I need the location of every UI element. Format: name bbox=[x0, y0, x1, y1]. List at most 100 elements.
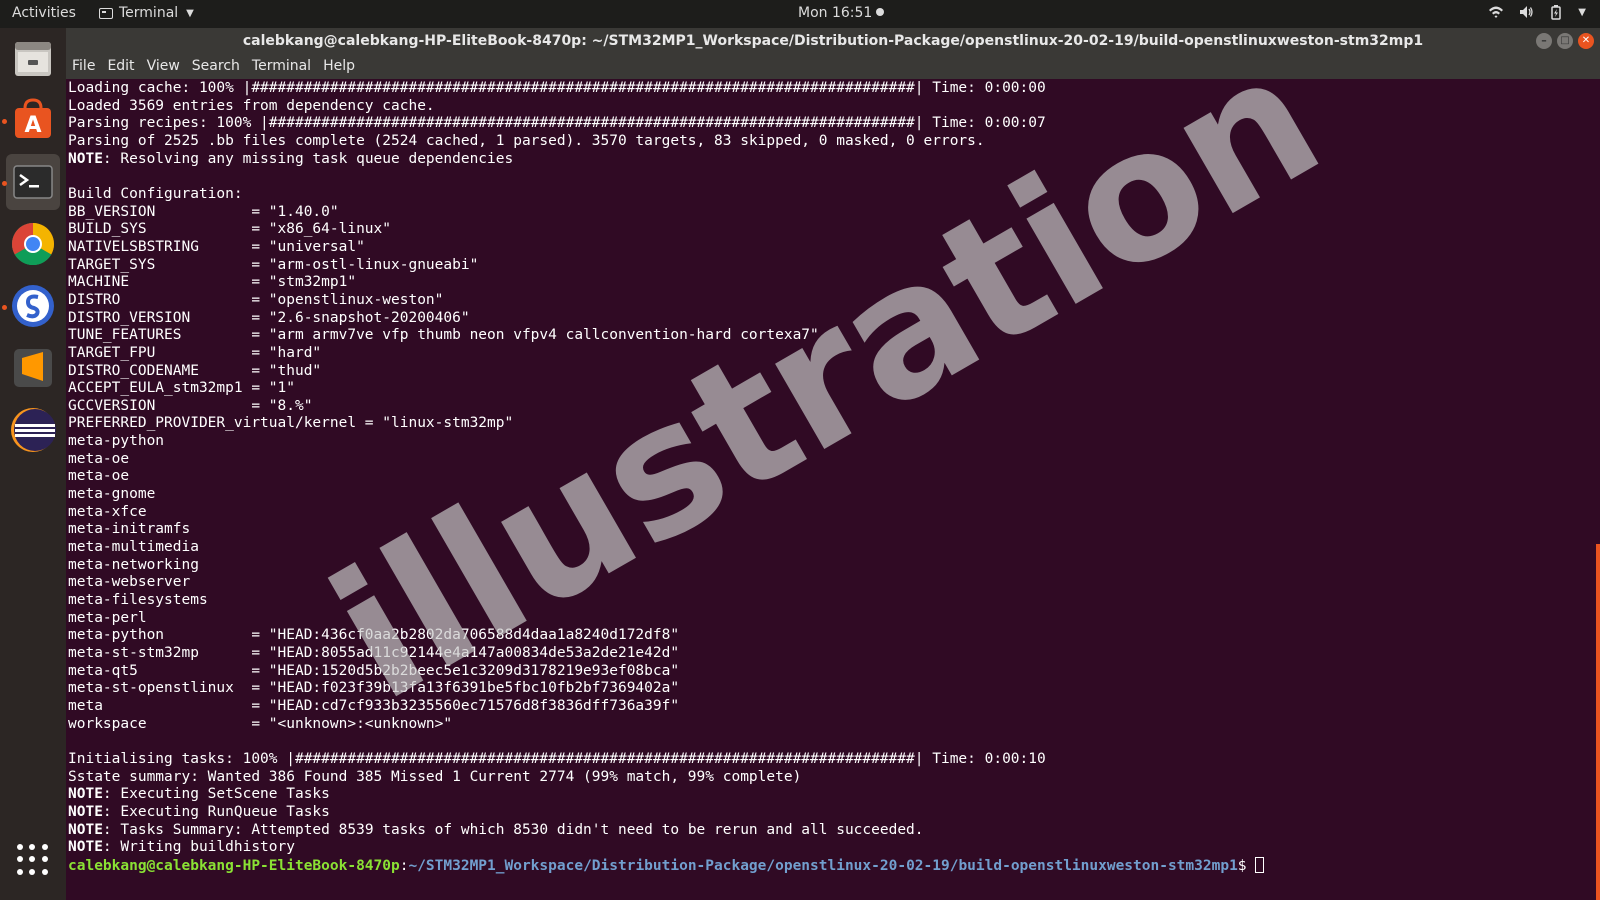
line-text: BUILD_SYS = "x86_64-linux" bbox=[68, 221, 392, 238]
line-text: NATIVELSBSTRING = "universal" bbox=[68, 238, 365, 255]
terminal-line: Parsing of 2525 .bb files complete (2524… bbox=[68, 133, 985, 149]
terminal-line: meta-webserver bbox=[68, 574, 190, 590]
chevron-down-icon: ▼ bbox=[1578, 6, 1586, 18]
prompt-symbol: $ bbox=[1237, 857, 1256, 874]
menu-file[interactable]: File bbox=[66, 55, 101, 79]
line-text: workspace = "<unknown>:<unknown>" bbox=[68, 715, 453, 732]
app-menu[interactable]: Terminal ▼ bbox=[99, 5, 194, 21]
line-text: meta-gnome bbox=[68, 486, 156, 503]
menu-help[interactable]: Help bbox=[317, 55, 361, 79]
line-text: DISTRO_VERSION = "2.6-snapshot-20200406" bbox=[68, 309, 470, 326]
menu-view[interactable]: View bbox=[141, 55, 186, 79]
terminal-line: meta-xfce bbox=[68, 504, 147, 520]
top-panel: Activities Terminal ▼ Mon 16:51 ▼ bbox=[0, 0, 1600, 28]
terminal-line: meta-oe bbox=[68, 468, 129, 484]
window-titlebar[interactable]: calebkang@calebkang-HP-EliteBook-8470p: … bbox=[66, 28, 1600, 55]
line-text: meta-oe bbox=[68, 468, 130, 485]
line-text: : Writing buildhistory bbox=[102, 839, 295, 856]
svg-text:A: A bbox=[24, 113, 41, 138]
show-applications-icon[interactable] bbox=[17, 844, 49, 876]
line-text: GCCVERSION = "8.%" bbox=[68, 397, 313, 414]
terminal-line: NOTE: Executing SetScene Tasks bbox=[68, 786, 330, 802]
terminal-line: TUNE_FEATURES = "arm armv7ve vfp thumb n… bbox=[68, 327, 819, 343]
wifi-icon bbox=[1489, 6, 1504, 18]
terminal-icon bbox=[13, 165, 53, 199]
text-cursor bbox=[1255, 856, 1265, 873]
terminal-line: GCCVERSION = "8.%" bbox=[68, 398, 312, 414]
terminal-line: meta-python bbox=[68, 433, 164, 449]
line-text: Initialising tasks: 100% |##############… bbox=[68, 750, 1046, 767]
terminal-line: NOTE: Executing RunQueue Tasks bbox=[68, 804, 330, 820]
line-text: DISTRO = "openstlinux-weston" bbox=[68, 291, 444, 308]
terminal-line: DISTRO_VERSION = "2.6-snapshot-20200406" bbox=[68, 310, 470, 326]
battery-icon bbox=[1551, 5, 1562, 20]
line-text: meta-networking bbox=[68, 556, 199, 573]
minimize-button[interactable] bbox=[1536, 33, 1552, 49]
close-button[interactable] bbox=[1578, 33, 1594, 49]
line-text: DISTRO_CODENAME = "thud" bbox=[68, 362, 322, 379]
line-text: Parsing recipes: 100% |#################… bbox=[68, 115, 1046, 132]
terminal-line: meta-gnome bbox=[68, 486, 155, 502]
terminal-line: PREFERRED_PROVIDER_virtual/kernel = "lin… bbox=[68, 415, 513, 431]
simplenote-icon bbox=[12, 285, 54, 327]
line-text: meta-st-stm32mp = "HEAD:8055ad11c92144e4… bbox=[68, 645, 680, 661]
line-text: meta = "HEAD:cd7cf933b3235560ec71576d8f3… bbox=[68, 697, 680, 714]
clock[interactable]: Mon 16:51 bbox=[798, 5, 885, 21]
scrollbar[interactable] bbox=[1596, 544, 1600, 900]
terminal-line: meta-multimedia bbox=[68, 539, 199, 555]
terminal-line: NATIVELSBSTRING = "universal" bbox=[68, 239, 365, 255]
line-text: meta-initramfs bbox=[68, 521, 191, 538]
line-text: meta-python bbox=[68, 433, 165, 450]
line-text: Loaded 3569 entries from dependency cach… bbox=[68, 97, 435, 114]
dock-item-files[interactable] bbox=[6, 30, 60, 86]
line-text: meta-filesystems bbox=[68, 592, 208, 609]
menu-terminal[interactable]: Terminal bbox=[246, 55, 317, 79]
terminal-line: BUILD_SYS = "x86_64-linux" bbox=[68, 221, 391, 237]
note-label: NOTE bbox=[68, 821, 103, 838]
dock-item-sublime-text[interactable] bbox=[6, 340, 60, 396]
line-text: TARGET_FPU = "hard" bbox=[68, 344, 322, 361]
line-text: TARGET_SYS = "arm-ostl-linux-gnueabi" bbox=[68, 256, 479, 273]
line-text: : Executing RunQueue Tasks bbox=[102, 803, 330, 820]
chevron-down-icon: ▼ bbox=[186, 7, 194, 19]
app-menu-label: Terminal bbox=[119, 5, 179, 21]
dock-item-eclipse[interactable] bbox=[6, 402, 60, 458]
dock-item-chrome[interactable] bbox=[6, 216, 60, 272]
terminal-line: NOTE: Tasks Summary: Attempted 8539 task… bbox=[68, 822, 924, 838]
shell-prompt: calebkang@calebkang-HP-EliteBook-8470p:~… bbox=[68, 856, 1265, 874]
menu-edit[interactable]: Edit bbox=[101, 55, 140, 79]
line-text: meta-webserver bbox=[68, 574, 191, 591]
terminal-line: NOTE: Resolving any missing task queue d… bbox=[68, 151, 513, 167]
terminal-line: DISTRO_CODENAME = "thud" bbox=[68, 363, 321, 379]
terminal-line: meta-oe bbox=[68, 451, 129, 467]
line-text: TUNE_FEATURES = "arm armv7ve vfp thumb n… bbox=[68, 327, 819, 344]
terminal-line: TARGET_SYS = "arm-ostl-linux-gnueabi" bbox=[68, 257, 478, 273]
line-text: MACHINE = "stm32mp1" bbox=[68, 274, 357, 291]
terminal-line: meta-qt5 = "HEAD:1520d5b2b2beec5e1c3209d… bbox=[68, 663, 679, 679]
line-text: meta-xfce bbox=[68, 503, 147, 520]
terminal-line: DISTRO = "openstlinux-weston" bbox=[68, 292, 443, 308]
terminal-line: meta-st-stm32mp = "HEAD:8055ad11c92144e4… bbox=[68, 645, 679, 661]
ubuntu-software-icon: A bbox=[15, 98, 51, 138]
terminal-line: MACHINE = "stm32mp1" bbox=[68, 274, 356, 290]
terminal-line: Initialising tasks: 100% |##############… bbox=[68, 751, 1046, 767]
volume-icon bbox=[1520, 6, 1533, 18]
dock-item-ubuntu-software[interactable]: A bbox=[6, 92, 60, 148]
maximize-button[interactable] bbox=[1557, 33, 1573, 49]
line-text: Build Configuration: bbox=[68, 185, 243, 202]
terminal-line: BB_VERSION = "1.40.0" bbox=[68, 204, 339, 220]
note-label: NOTE bbox=[68, 150, 103, 167]
dock: A bbox=[0, 28, 66, 900]
activities-button[interactable]: Activities bbox=[12, 5, 76, 21]
terminal-line: ACCEPT_EULA_stm32mp1 = "1" bbox=[68, 380, 295, 396]
note-label: NOTE bbox=[68, 803, 103, 820]
system-tray[interactable]: ▼ bbox=[1488, 4, 1586, 20]
line-text: : Executing SetScene Tasks bbox=[102, 786, 330, 803]
window-title: calebkang@calebkang-HP-EliteBook-8470p: … bbox=[242, 33, 1424, 49]
terminal-view[interactable]: Loading cache: 100% |###################… bbox=[66, 79, 1600, 900]
dock-item-simplenote[interactable] bbox=[6, 278, 60, 334]
menu-search[interactable]: Search bbox=[186, 55, 246, 79]
running-indicator-icon bbox=[2, 181, 7, 186]
terminal-line: meta-st-openstlinux = "HEAD:f023f39b13fa… bbox=[68, 680, 679, 696]
dock-item-terminal[interactable] bbox=[6, 154, 60, 210]
